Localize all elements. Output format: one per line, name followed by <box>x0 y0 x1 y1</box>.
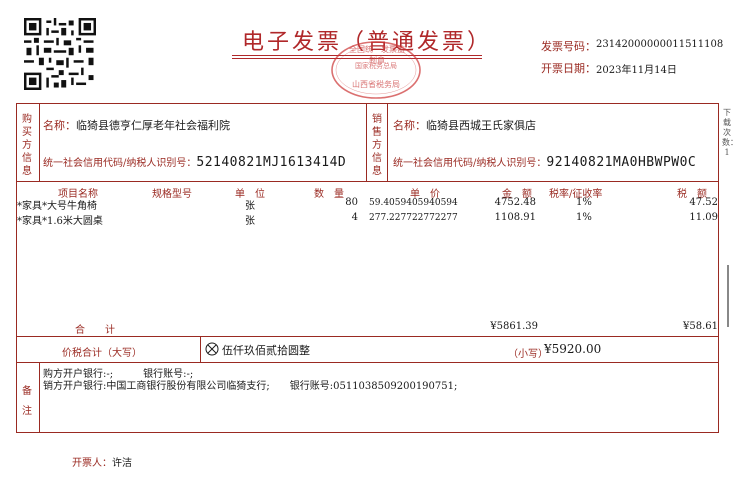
item-amount: 1108.91 <box>494 212 536 223</box>
totals-amount: ¥5861.39 <box>490 321 538 332</box>
invoice-date: 2023年11月14日 <box>596 65 677 76</box>
buyer-tax-id: 52140821MJ1613414D <box>196 155 347 170</box>
buyer-name-label: 名称： <box>43 119 76 132</box>
divider <box>16 336 719 337</box>
seller-side-label: 销售方信息 <box>372 114 382 177</box>
seal-bottom-text: 山西省税务局 <box>352 80 400 89</box>
item-unit: 张 <box>245 216 255 227</box>
seller-tax-label: 统一社会信用代码/纳税人识别号： <box>393 158 547 169</box>
qr-code <box>24 18 96 90</box>
buyer-tax-label: 统一社会信用代码/纳税人识别号： <box>43 158 197 169</box>
item-unit: 张 <box>245 201 255 212</box>
issuer-name: 许洁 <box>112 458 132 469</box>
seller-name: 临猗县西城王氏家俱店 <box>426 119 536 132</box>
divider <box>16 362 719 363</box>
seal-middle-text: 国家税务总局 <box>355 62 397 70</box>
remarks-seller-bank: 销方开户银行:中国工商银行股份有限公司临猗支行; 银行账号:0511038509… <box>43 381 458 392</box>
remarks-side-label: 备注 <box>22 386 32 417</box>
download-count-note: 下载次数：1 <box>722 108 735 157</box>
cross-circle-icon <box>205 342 219 356</box>
item-price: 277.227722772277 <box>369 213 458 223</box>
divider <box>16 181 719 182</box>
seller-tax-id: 92140821MA0HBWPW0C <box>546 155 697 170</box>
buyer-name: 临猗县德亨仁厚老年社会福利院 <box>76 119 230 132</box>
totals-label: 合 计 <box>75 325 115 336</box>
item-amount: 4752.48 <box>494 197 536 208</box>
invoice-number: 23142000000011511108 <box>596 39 724 50</box>
item-rate: 1% <box>576 212 592 223</box>
seller-name-label: 名称： <box>393 119 426 132</box>
item-name: *家具*大号牛角椅 <box>17 201 97 212</box>
scrollbar[interactable] <box>727 265 729 327</box>
item-tax: 11.09 <box>689 212 718 223</box>
totals-tax: ¥58.61 <box>683 321 718 332</box>
grand-total-small-value: ¥5920.00 <box>544 342 602 356</box>
grand-total-small-label: （小写） <box>508 349 548 360</box>
grand-total-words: 伍仟玖佰贰拾圆整 <box>222 344 310 357</box>
issuer-label: 开票人： <box>72 458 112 469</box>
grand-total-label: 价税合计（大写） <box>62 348 142 359</box>
item-rate: 1% <box>576 197 592 208</box>
col-header-spec: 规格型号 <box>152 189 192 200</box>
invoice-date-label: 开票日期： <box>541 62 596 75</box>
invoice-number-label: 发票号码： <box>541 40 596 53</box>
item-qty: 80 <box>345 197 358 208</box>
item-name: *家具*1.6米大圆桌 <box>17 216 103 227</box>
item-tax: 47.52 <box>689 197 718 208</box>
buyer-side-label: 购买方信息 <box>22 114 32 177</box>
item-qty: 4 <box>351 212 358 223</box>
item-price: 59.4059405940594 <box>369 198 458 208</box>
